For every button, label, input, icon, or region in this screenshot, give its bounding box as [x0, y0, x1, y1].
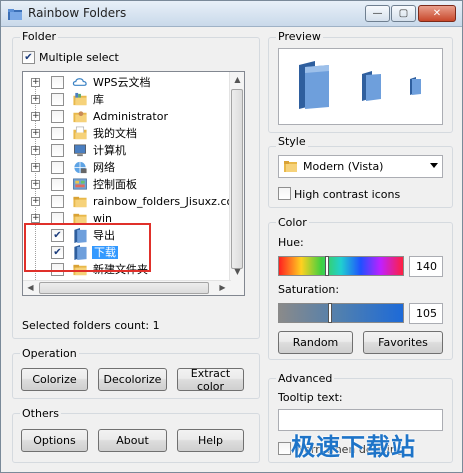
saturation-slider[interactable]: [278, 303, 404, 323]
expand-icon[interactable]: +: [31, 146, 40, 155]
scroll-right-icon[interactable]: ▶: [215, 280, 230, 295]
tree-horizontal-scrollbar[interactable]: ◀ ▶: [23, 280, 231, 295]
tree-item-checkbox[interactable]: [51, 93, 64, 106]
preview-medium-folder-icon: [362, 71, 381, 101]
color-group-label: Color: [276, 216, 309, 229]
tree-item-label: rainbow_folders_Jisuxz.com: [93, 195, 244, 208]
tree-item-checkbox[interactable]: [51, 178, 64, 191]
high-contrast-label: High contrast icons: [294, 188, 401, 201]
title-bar[interactable]: Rainbow Folders — ▢ ✕: [1, 1, 462, 27]
help-button[interactable]: Help: [177, 429, 244, 452]
tree-item-label: 计算机: [93, 144, 126, 157]
expand-icon[interactable]: +: [31, 197, 40, 206]
folder-icon: [73, 196, 87, 208]
tree-item-label: WPS云文档: [93, 76, 151, 89]
minimize-button[interactable]: —: [365, 5, 390, 22]
horizontal-scroll-thumb[interactable]: [39, 282, 209, 294]
watermark-logo: 极速下载站: [291, 433, 416, 461]
tree-item-label: 控制面板: [93, 178, 137, 191]
preview-group-label: Preview: [276, 30, 323, 43]
tree-item-label: 网络: [93, 161, 115, 174]
tree-item[interactable]: + 库: [23, 91, 231, 108]
preview-area: [278, 48, 443, 125]
hue-slider[interactable]: [278, 256, 404, 276]
multiple-select-label: Multiple select: [39, 51, 119, 64]
scroll-up-icon[interactable]: ▲: [230, 72, 244, 88]
expand-icon[interactable]: +: [31, 163, 40, 172]
hue-label: Hue:: [278, 236, 304, 249]
colorize-button[interactable]: Colorize: [21, 368, 88, 391]
tree-item[interactable]: + WPS云文档: [23, 74, 231, 91]
tooltip-text-label: Tooltip text:: [278, 391, 343, 404]
user-folder-icon: [73, 111, 87, 123]
high-contrast-checkbox[interactable]: [278, 187, 291, 200]
tree-item-checkbox[interactable]: [51, 110, 64, 123]
chevron-down-icon[interactable]: [430, 163, 438, 168]
expand-icon[interactable]: +: [31, 180, 40, 189]
scroll-down-icon[interactable]: ▼: [230, 264, 244, 280]
expand-icon[interactable]: +: [31, 214, 40, 223]
decolorize-button[interactable]: Decolorize: [98, 368, 167, 391]
expand-icon[interactable]: +: [31, 78, 40, 87]
saturation-value-field[interactable]: 105: [409, 303, 443, 324]
tree-item[interactable]: + Administrator: [23, 108, 231, 125]
others-group-label: Others: [20, 407, 61, 420]
saturation-label: Saturation:: [278, 283, 340, 296]
style-folder-icon: [284, 161, 297, 172]
app-window: Rainbow Folders — ▢ ✕ Folder ✔ Multiple …: [0, 0, 463, 473]
cloud-icon: [72, 78, 87, 86]
tree-item-checkbox[interactable]: [51, 76, 64, 89]
tree-item[interactable]: + 计算机: [23, 142, 231, 159]
expand-icon[interactable]: +: [31, 129, 40, 138]
documents-icon: [73, 126, 87, 140]
tree-item-label: 我的文档: [93, 127, 137, 140]
operation-group-label: Operation: [20, 347, 79, 360]
favorites-button[interactable]: Favorites: [363, 331, 443, 354]
network-icon: [74, 161, 87, 174]
scroll-thumb[interactable]: [231, 89, 243, 269]
tree-vertical-scrollbar[interactable]: ▲ ▼: [229, 72, 244, 295]
preview-small-folder-icon: [410, 77, 421, 95]
tree-item[interactable]: + rainbow_folders_Jisuxz.com: [23, 193, 244, 210]
scroll-left-icon[interactable]: ◀: [23, 280, 38, 295]
options-button[interactable]: Options: [21, 429, 88, 452]
tree-item-checkbox[interactable]: [51, 144, 64, 157]
library-icon: [73, 92, 87, 106]
warn-deleting-checkbox[interactable]: [278, 442, 291, 455]
style-selected-value: Modern (Vista): [303, 160, 384, 173]
style-dropdown[interactable]: Modern (Vista): [278, 155, 443, 178]
app-folder-icon: [8, 9, 22, 20]
highlight-annotation: [24, 223, 151, 272]
hue-value-field[interactable]: 140: [409, 256, 443, 277]
tree-item[interactable]: + 网络: [23, 159, 231, 176]
tree-item-label: 库: [93, 93, 104, 106]
tree-item[interactable]: + 我的文档: [23, 125, 231, 142]
window-title: Rainbow Folders: [28, 6, 127, 20]
about-button[interactable]: About: [98, 429, 167, 452]
expand-icon[interactable]: +: [31, 95, 40, 104]
tree-item-checkbox[interactable]: [51, 195, 64, 208]
close-icon: ✕: [432, 8, 442, 19]
extract-color-button[interactable]: Extract color: [177, 367, 244, 393]
tree-item-checkbox[interactable]: [51, 161, 64, 174]
expand-icon[interactable]: +: [31, 112, 40, 121]
random-button[interactable]: Random: [278, 331, 353, 354]
minimize-icon: —: [372, 8, 383, 19]
tree-item[interactable]: + 控制面板: [23, 176, 231, 193]
control-panel-icon: [73, 178, 87, 190]
close-button[interactable]: ✕: [418, 5, 456, 22]
folder-group-label: Folder: [20, 30, 58, 43]
saturation-slider-thumb[interactable]: [328, 303, 332, 323]
selected-count-text: Selected folders count: 1: [22, 319, 160, 332]
preview-large-folder-icon: [299, 61, 329, 109]
tree-item-checkbox[interactable]: [51, 127, 64, 140]
advanced-group-label: Advanced: [276, 372, 335, 385]
tree-item-label: Administrator: [93, 110, 168, 123]
style-group-label: Style: [276, 135, 308, 148]
maximize-button[interactable]: ▢: [391, 5, 416, 22]
hue-slider-thumb[interactable]: [325, 256, 329, 276]
computer-icon: [74, 144, 86, 157]
multiple-select-checkbox[interactable]: ✔: [22, 51, 35, 64]
maximize-icon: ▢: [398, 8, 409, 19]
